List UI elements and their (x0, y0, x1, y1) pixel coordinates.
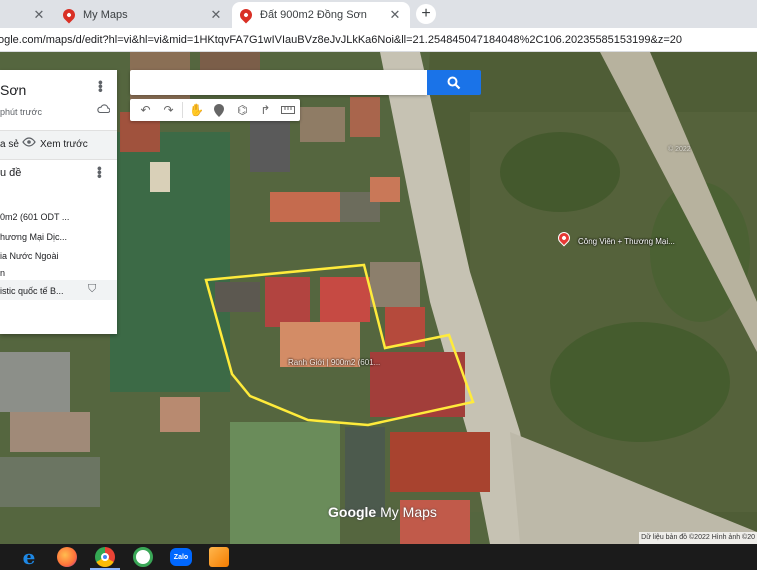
map-search-input[interactable] (130, 70, 427, 95)
panel-actions: a sẻ Xem trước (0, 131, 117, 159)
browser-tab-strip: ✕ My Maps ✕ Đất 900m2 Đồng Sơn ✕ + (0, 0, 757, 28)
tab-my-maps[interactable]: My Maps ✕ (55, 2, 231, 28)
layer-title[interactable]: u đề (0, 167, 21, 179)
map-attribution[interactable]: Dữ liệu bản đồ ©2022 Hình ảnh ©20 (639, 532, 757, 544)
redo-icon[interactable]: ↷ (157, 99, 180, 121)
layer-item[interactable]: istic quốc tế B... (0, 286, 64, 296)
map-side-panel: Sơn ••• phút trước a sẻ Xem trước u đề •… (0, 70, 117, 334)
taskbar-coccoc[interactable] (124, 544, 162, 570)
share-button[interactable]: a sẻ (0, 139, 19, 150)
more-options-icon[interactable]: ••• (93, 80, 109, 92)
layer-item[interactable]: hương Mại Dịc... (0, 232, 67, 242)
paint-bucket-icon[interactable]: ⛉ (88, 283, 96, 296)
tab-title: My Maps (83, 9, 128, 21)
zalo-icon: Zalo (170, 548, 192, 566)
taskbar-app[interactable] (200, 544, 238, 570)
tab-title: Đất 900m2 Đồng Sơn (260, 9, 367, 21)
layer-item[interactable]: 0m2 (601 ODT ... (0, 212, 69, 222)
measure-icon[interactable] (277, 99, 300, 121)
windows-taskbar: e Zalo (0, 544, 757, 570)
address-bar[interactable]: ogle.com/maps/d/edit?hl=vi&hl=vi&mid=1HK… (0, 28, 757, 52)
firefox-icon (57, 547, 77, 567)
my-maps-favicon-icon (237, 6, 255, 24)
taskbar-zalo[interactable]: Zalo (162, 544, 200, 570)
url-text: ogle.com/maps/d/edit?hl=vi&hl=vi&mid=1HK… (0, 34, 682, 46)
directions-icon[interactable]: ↱ (254, 99, 277, 121)
layer-options-icon[interactable]: ••• (92, 166, 108, 178)
taskbar-ie[interactable]: e (10, 544, 48, 570)
taskbar-firefox[interactable] (48, 544, 86, 570)
internet-explorer-icon: e (22, 545, 36, 569)
preview-button[interactable]: Xem trước (40, 139, 88, 150)
tab-close-icon[interactable]: ✕ (209, 7, 223, 23)
search-icon (447, 76, 461, 89)
tab-close-icon[interactable]: ✕ (32, 7, 46, 23)
panel-divider (0, 159, 117, 160)
logo-mymaps: My Maps (380, 504, 437, 520)
copyright-watermark: © 2022 (668, 146, 691, 153)
map-title[interactable]: Sơn (0, 82, 26, 98)
add-marker-icon[interactable] (208, 99, 231, 121)
eye-icon (22, 137, 36, 150)
place-label-boundary[interactable]: Ranh Giới | 900m2 (601... (288, 358, 380, 367)
map-canvas[interactable]: Công Viên + Thương Mại... Ranh Giới | 90… (0, 52, 757, 544)
map-toolbar: ↶ ↷ ✋ ⌬ ↱ (130, 99, 300, 121)
tab-active-map[interactable]: Đất 900m2 Đồng Sơn ✕ (232, 2, 410, 28)
search-button[interactable] (427, 70, 481, 95)
google-my-maps-logo: Google My Maps (328, 504, 437, 520)
logo-google: Google (328, 504, 377, 520)
draw-line-icon[interactable]: ⌬ (231, 99, 254, 121)
app-icon (209, 547, 229, 567)
coccoc-icon (133, 547, 153, 567)
layer-item[interactable]: ia Nước Ngoài (0, 251, 58, 261)
place-label-park[interactable]: Công Viên + Thương Mại... (578, 237, 675, 246)
layer-item[interactable]: n (0, 268, 5, 278)
taskbar-chrome[interactable] (86, 544, 124, 570)
last-edited-text: phút trước (0, 107, 42, 117)
tab-1[interactable]: ✕ (0, 2, 54, 28)
cloud-saved-icon (97, 104, 111, 116)
chrome-icon (95, 547, 115, 567)
new-tab-button[interactable]: + (416, 4, 436, 24)
toolbar-divider (182, 102, 183, 118)
my-maps-favicon-icon (60, 6, 78, 24)
tab-close-icon[interactable]: ✕ (388, 7, 402, 23)
hand-icon[interactable]: ✋ (185, 99, 208, 121)
undo-icon[interactable]: ↶ (134, 99, 157, 121)
